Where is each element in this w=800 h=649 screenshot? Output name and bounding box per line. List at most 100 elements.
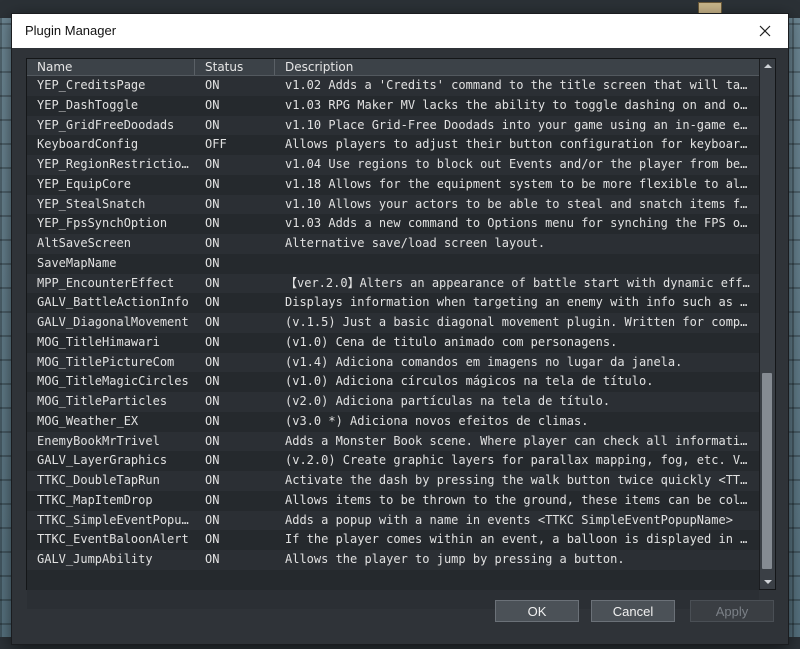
plugin-description-cell: Displays information when targeting an e… [285, 295, 753, 310]
table-row[interactable]: TTKC_EventBaloonAlert ON If the player com… [27, 530, 759, 550]
table-row[interactable]: TTKC_DoubleTapRun ON Activate the dash by … [27, 471, 759, 491]
plugin-description-cell: v1.03 Adds a new command to Options menu… [285, 216, 753, 231]
plugin-status-cell: ON [205, 315, 220, 329]
vertical-scrollbar[interactable] [759, 59, 775, 589]
scroll-up-button[interactable] [760, 59, 775, 73]
plugin-status-cell: ON [205, 512, 220, 527]
plugin-name-cell: MOG_TitlePictureCom [37, 354, 175, 369]
plugin-description-cell: v1.10 Place Grid-Free Doodads into your … [285, 117, 753, 132]
plugin-description-cell: (v1.4) Adiciona comandos em imagens no l… [285, 354, 683, 369]
plugin-status-cell: ON [205, 453, 220, 468]
cancel-button[interactable]: Cancel [591, 600, 675, 622]
chevron-down-icon [763, 580, 772, 584]
table-row[interactable]: MPP_EncounterEffect ON 【ver.2.0】Alters an … [27, 273, 759, 294]
plugin-name-cell: YEP_RegionRestrictions [37, 157, 191, 171]
plugin-name-cell: EnemyBookMrTrivel [37, 433, 160, 448]
plugin-name-cell: YEP_DashToggle [37, 97, 139, 112]
plugin-name-cell: YEP_GridFreeDoodads [37, 117, 175, 132]
table-row[interactable]: YEP_GridFreeDoodads ON v1.10 Place Grid-Fr… [27, 115, 759, 136]
table-row[interactable]: YEP_FpsSynchOption ON v1.03 Adds a new com… [27, 214, 759, 234]
plugin-status-cell: ON [205, 473, 220, 487]
table-row[interactable]: MOG_Weather_EX ON (v3.0 *) Adiciona novos … [27, 411, 759, 432]
plugin-status-cell: ON [205, 433, 220, 448]
table-row[interactable]: GALV_JumpAbility ON Allows the player to j… [27, 550, 759, 570]
table-row[interactable]: YEP_DashToggle ON v1.03 RPG Maker MV lacks… [27, 95, 759, 116]
table-row[interactable]: TTKC_MapItemDrop ON Allows items to be thr… [27, 490, 759, 511]
plugin-name-cell: GALV_LayerGraphics [37, 453, 168, 468]
plugin-description-cell [285, 254, 753, 274]
table-row[interactable]: SaveMapName ON [27, 253, 759, 274]
column-header-status[interactable]: Status [195, 59, 275, 75]
plugin-description-cell: Allows players to adjust their button co… [285, 137, 753, 152]
plugin-status-cell: ON [205, 492, 220, 507]
plugin-description-cell: (v.1.5) Just a basic diagonal movement p… [285, 315, 753, 329]
plugin-name-cell: MOG_Weather_EX [37, 413, 139, 428]
table-row[interactable]: GALV_LayerGraphics ON (v.2.0) Create graph… [27, 451, 759, 471]
plugin-table[interactable]: Name Status Description YEP_CreditsPage O… [26, 58, 776, 610]
scroll-down-button[interactable] [760, 575, 775, 589]
plugin-status-cell: ON [205, 216, 220, 231]
table-row[interactable]: YEP_EquipCore ON v1.18 Allows for the equi… [27, 174, 759, 195]
column-header-description[interactable]: Description [275, 59, 759, 75]
table-body: YEP_CreditsPage ON v1.02 Adds a 'Credits' … [27, 76, 759, 610]
plugin-name-cell: TTKC_MapItemDrop [37, 492, 153, 507]
plugin-status-cell: ON [205, 78, 220, 92]
plugin-description-cell: v1.04 Use regions to block out Events an… [285, 157, 753, 171]
table-row[interactable]: YEP_CreditsPage ON v1.02 Adds a 'Credits' … [27, 76, 759, 96]
plugin-name-cell: YEP_StealSnatch [37, 196, 146, 211]
plugin-name-cell: TTKC_EventBaloonAlert [37, 532, 189, 547]
table-row[interactable]: MOG_TitleMagicCircles ON (v1.0) Adiciona c… [27, 372, 759, 392]
table-row[interactable]: AltSaveScreen ON Alternative save/load scr… [27, 234, 759, 254]
table-row[interactable]: YEP_StealSnatch ON v1.10 Allows your actor… [27, 194, 759, 215]
plugin-status-cell: ON [205, 275, 220, 290]
plugin-name-cell [37, 570, 191, 590]
plugin-description-cell: v1.18 Allows for the equipment system to… [285, 176, 753, 191]
plugin-name-cell: TTKC_SimpleEventPopup⋯ [37, 512, 191, 527]
table-row[interactable] [27, 569, 759, 590]
plugin-description-cell: v1.03 RPG Maker MV lacks the ability to … [285, 97, 753, 112]
plugin-status-cell: ON [205, 532, 220, 547]
table-row[interactable]: TTKC_SimpleEventPopup⋯ ON Adds a popup wit… [27, 510, 759, 531]
plugin-description-cell [285, 570, 753, 590]
table-row[interactable]: MOG_TitleHimawari ON (v1.0) Cena de titulo… [27, 332, 759, 353]
table-row[interactable]: GALV_DiagonalMovement ON (v.1.5) Just a ba… [27, 313, 759, 333]
table-row[interactable]: MOG_TitleParticles ON (v2.0) Adiciona part… [27, 392, 759, 412]
plugin-name-cell: SaveMapName [37, 255, 117, 270]
plugin-name-cell: YEP_FpsSynchOption [37, 216, 168, 231]
plugin-name-cell [37, 590, 191, 610]
plugin-description-cell: (v1.0) Cena de titulo animado com person… [285, 334, 618, 349]
plugin-status-cell: OFF [205, 137, 227, 152]
plugin-name-cell: GALV_DiagonalMovement [37, 315, 189, 329]
plugin-description-cell: (v.2.0) Create graphic layers for parall… [285, 453, 753, 468]
ok-button[interactable]: OK [495, 600, 579, 622]
table-row[interactable]: GALV_BattleActionInfo ON Displays informat… [27, 293, 759, 313]
plugin-status-cell [205, 590, 271, 610]
column-header-name[interactable]: Name [27, 59, 195, 75]
plugin-name-cell: MOG_TitleHimawari [37, 334, 160, 349]
close-button[interactable] [742, 14, 788, 48]
plugin-description-cell: (v1.0) Adiciona círculos mágicos na tela… [285, 374, 654, 389]
plugin-status-cell: ON [205, 176, 220, 191]
plugin-status-cell: ON [205, 295, 220, 310]
table-row[interactable]: MOG_TitlePictureCom ON (v1.4) Adiciona com… [27, 352, 759, 373]
plugin-description-cell: Allows items to be thrown to the ground,… [285, 492, 753, 507]
table-row[interactable]: KeyboardConfig OFF Allows players to adjus… [27, 135, 759, 155]
plugin-status-cell: ON [205, 236, 220, 250]
plugin-name-cell: YEP_CreditsPage [37, 78, 146, 92]
plugin-name-cell: YEP_EquipCore [37, 176, 131, 191]
plugin-name-cell: GALV_JumpAbility [37, 552, 153, 566]
plugin-description-cell: Activate the dash by pressing the walk b… [285, 473, 753, 487]
plugin-name-cell: MPP_EncounterEffect [37, 275, 175, 290]
plugin-description-cell: If the player comes within an event, a b… [285, 532, 753, 547]
table-row[interactable]: EnemyBookMrTrivel ON Adds a Monster Book s… [27, 431, 759, 452]
apply-button[interactable]: Apply [690, 600, 774, 622]
table-row[interactable]: YEP_RegionRestrictions ON v1.04 Use region… [27, 155, 759, 175]
plugin-status-cell: ON [205, 374, 220, 389]
plugin-description-cell: (v2.0) Adiciona partículas na tela de tí… [285, 394, 611, 408]
title-bar: Plugin Manager [12, 14, 788, 48]
plugin-description-cell: Allows the player to jump by pressing a … [285, 552, 625, 566]
plugin-status-cell: ON [205, 334, 220, 349]
plugin-status-cell: ON [205, 354, 220, 369]
plugin-description-cell: Adds a popup with a name in events <TTKC… [285, 512, 733, 527]
scrollbar-thumb[interactable] [762, 373, 772, 569]
